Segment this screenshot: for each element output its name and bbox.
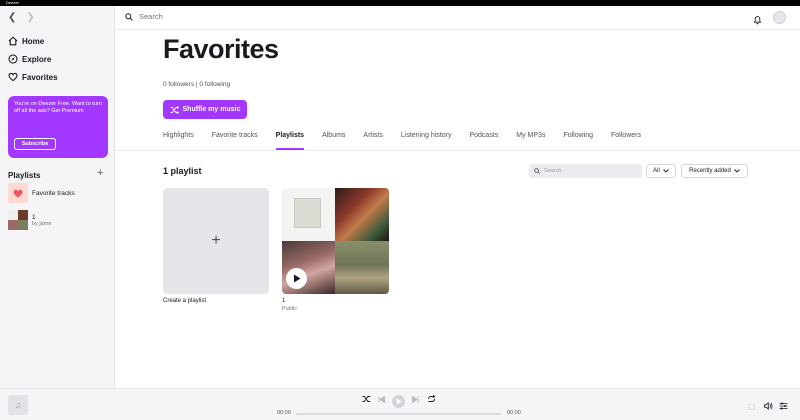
- tab-podcasts[interactable]: Podcasts: [469, 132, 498, 150]
- equalizer-icon: [779, 402, 788, 410]
- plus-icon: +: [211, 232, 221, 249]
- sidebar-playlist-title: 1: [32, 213, 36, 221]
- chevron-down-icon: [734, 169, 740, 173]
- music-note-icon: ♫: [14, 400, 22, 410]
- premium-promo: You're on Deezer Free. Want to turn off …: [8, 96, 108, 158]
- play-pause-button[interactable]: [392, 395, 405, 408]
- playlist-count: 1 playlist: [163, 166, 202, 176]
- track-artwork: ♫: [8, 395, 28, 415]
- tab-playlists[interactable]: Playlists: [275, 132, 305, 150]
- volume-button[interactable]: [764, 401, 773, 412]
- avatar[interactable]: [773, 11, 786, 24]
- progress-slider[interactable]: [296, 413, 501, 415]
- previous-icon: [378, 395, 385, 404]
- equalizer-button[interactable]: [779, 402, 788, 412]
- sidebar-item-label: Favorites: [22, 72, 58, 82]
- playlist-title[interactable]: 1: [282, 298, 285, 304]
- sidebar-playlists-heading: Playlists: [8, 171, 41, 180]
- volume-icon: [764, 401, 773, 411]
- sidebar-item-explore[interactable]: Explore: [8, 54, 51, 64]
- filter-value: All: [653, 168, 660, 174]
- cover-art-3: [282, 241, 335, 294]
- home-icon: [8, 36, 18, 46]
- sidebar-playlist-title: Favorite tracks: [32, 189, 75, 197]
- sidebar-item-label: Home: [22, 36, 45, 46]
- playlist-cover-thumb: [8, 210, 28, 230]
- tab-followers[interactable]: Followers: [611, 132, 641, 150]
- tab-favorite-tracks[interactable]: Favorite tracks: [212, 132, 258, 150]
- tab-artists[interactable]: Artists: [363, 132, 382, 150]
- shuffle-music-button[interactable]: Shuffle my music: [163, 100, 247, 119]
- repeat-icon: [428, 395, 436, 402]
- cover-art-2: [335, 188, 389, 241]
- app-title: Deezer: [6, 0, 19, 5]
- repeat-button[interactable]: [427, 395, 436, 405]
- search-placeholder: Search: [544, 168, 562, 174]
- plus-icon: +: [97, 167, 104, 179]
- previous-button[interactable]: [378, 395, 385, 405]
- search-input[interactable]: Search: [125, 12, 163, 21]
- create-playlist-label[interactable]: Create a playlist: [163, 298, 206, 304]
- history-nav: ❮ ❯: [8, 12, 45, 23]
- play-icon: [396, 398, 402, 405]
- shuffle-icon: [362, 396, 371, 402]
- playlist-search-input[interactable]: Search: [529, 164, 642, 178]
- next-button[interactable]: [412, 395, 419, 405]
- tab-highlights[interactable]: Highlights: [163, 132, 194, 150]
- elapsed-time: 00:00: [277, 410, 291, 416]
- chevron-down-icon: [663, 169, 669, 173]
- sidebar-item-home[interactable]: Home: [8, 36, 44, 46]
- tab-bar: Highlights Favorite tracks Playlists Alb…: [163, 132, 659, 150]
- filter-dropdown[interactable]: All: [646, 164, 676, 178]
- sort-dropdown[interactable]: Recently added: [681, 164, 748, 178]
- top-bar: Search: [115, 6, 800, 30]
- sort-value: Recently added: [689, 168, 731, 174]
- next-icon: [412, 395, 419, 404]
- tabs-divider: [115, 150, 800, 151]
- sidebar-item-favorites[interactable]: Favorites: [8, 72, 58, 82]
- promo-text: You're on Deezer Free. Want to turn off …: [14, 101, 102, 114]
- lyrics-icon: ▢: [748, 402, 756, 411]
- shuffle-icon: [170, 105, 179, 114]
- play-icon: [293, 274, 300, 283]
- heart-icon: [8, 72, 18, 82]
- search-icon: [534, 168, 540, 174]
- cover-art-1: [282, 188, 335, 241]
- playlist-cover[interactable]: [282, 188, 389, 294]
- search-placeholder: Search: [139, 12, 163, 21]
- chevron-left-icon[interactable]: ❮: [8, 12, 16, 23]
- duration-time: 00:00: [507, 410, 521, 416]
- subscribe-button[interactable]: Subscribe: [14, 138, 56, 150]
- compass-icon: [8, 54, 18, 64]
- playlist-visibility: Public: [282, 306, 297, 312]
- sidebar-item-label: Explore: [22, 54, 52, 64]
- lyrics-button[interactable]: ▢: [748, 402, 756, 411]
- sidebar: ❮ ❯ Home Explore Favorites You're on Deez…: [0, 6, 115, 388]
- search-icon: [125, 12, 133, 21]
- create-playlist-tile[interactable]: +: [163, 188, 269, 294]
- tab-albums[interactable]: Albums: [322, 132, 345, 150]
- heart-icon: [13, 189, 23, 197]
- page-title: Favorites: [163, 34, 279, 64]
- tab-listening-history[interactable]: Listening history: [401, 132, 452, 150]
- add-playlist-button[interactable]: +: [97, 167, 103, 179]
- notifications-button[interactable]: [753, 12, 762, 30]
- shuffle-label: Shuffle my music: [182, 106, 241, 113]
- tab-following[interactable]: Following: [563, 132, 593, 150]
- bell-icon: [753, 16, 762, 25]
- favorite-tracks-thumb: [8, 183, 28, 203]
- sidebar-item-playlist-1[interactable]: 1 by jame: [8, 210, 51, 230]
- tab-my-mp3s[interactable]: My MP3s: [516, 132, 545, 150]
- player-bar: ♫ 00:00 00:00 ▢: [0, 388, 800, 420]
- chevron-right-icon[interactable]: ❯: [26, 12, 34, 23]
- sidebar-playlist-owner: by jame: [32, 220, 52, 227]
- play-button[interactable]: [286, 268, 307, 289]
- cover-art-4: [335, 241, 389, 294]
- sidebar-item-favorite-tracks[interactable]: Favorite tracks: [8, 183, 75, 203]
- followers-count[interactable]: 0 followers | 0 following: [163, 81, 230, 88]
- shuffle-button[interactable]: [362, 395, 371, 405]
